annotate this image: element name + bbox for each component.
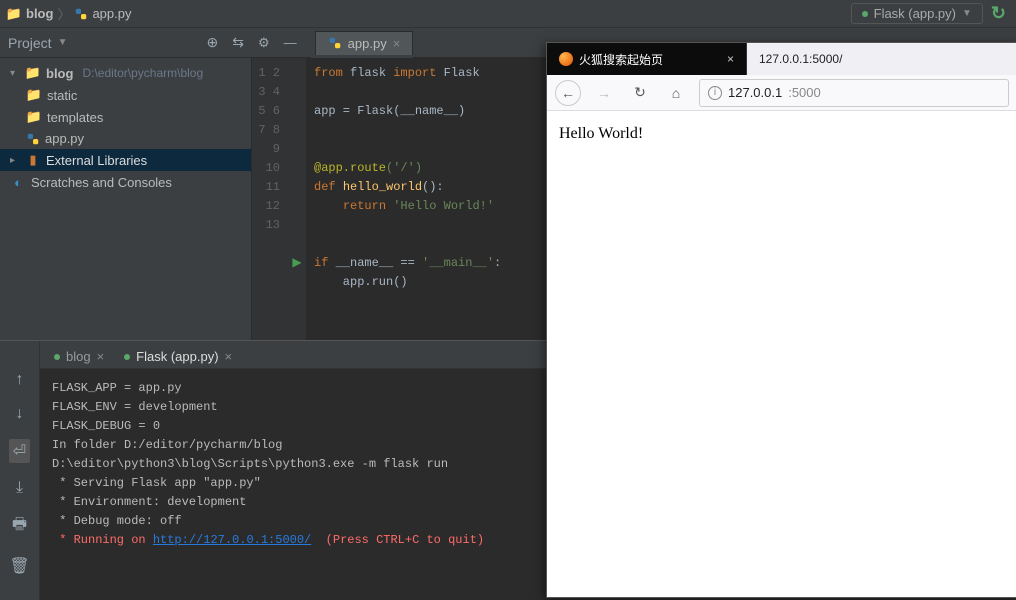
browser-toolbar: ← → ↻ ⌂ i 127.0.0.1 :5000 bbox=[547, 75, 1016, 111]
run-gutter: ▶ bbox=[288, 58, 306, 340]
folder-icon: 📁 bbox=[6, 6, 22, 22]
folder-icon: 📁 bbox=[26, 87, 42, 103]
close-icon[interactable]: × bbox=[97, 349, 105, 364]
console-tab-label: Flask (app.py) bbox=[136, 349, 218, 364]
tree-item-static[interactable]: 📁 static bbox=[0, 84, 251, 106]
run-config-selector[interactable]: Flask (app.py) ▼ bbox=[851, 3, 983, 24]
python-icon bbox=[26, 132, 40, 146]
url-host: 127.0.0.1 bbox=[728, 85, 782, 100]
firefox-icon bbox=[559, 52, 573, 66]
project-panel-title: Project bbox=[8, 35, 52, 51]
library-icon: ▮ bbox=[25, 152, 41, 168]
tree-item-label: app.py bbox=[45, 131, 84, 146]
run-config-dot bbox=[862, 11, 868, 17]
folder-icon: 📁 bbox=[25, 65, 41, 81]
browser-tab-label: 127.0.0.1:5000/ bbox=[759, 52, 842, 66]
tree-item-app-py[interactable]: app.py bbox=[0, 128, 251, 149]
console-tab-label: blog bbox=[66, 349, 91, 364]
delete-icon[interactable]: 🗑 bbox=[9, 556, 29, 576]
status-dot-icon bbox=[124, 354, 130, 360]
tree-item-label: templates bbox=[47, 110, 103, 125]
collapse-icon[interactable]: ⇆ bbox=[232, 34, 244, 51]
tree-root-name: blog bbox=[46, 66, 73, 81]
run-button-icon[interactable]: ↻ bbox=[991, 3, 1006, 24]
info-icon[interactable]: i bbox=[708, 86, 722, 100]
browser-window: 火狐搜索起始页 × 127.0.0.1:5000/ ← → ↻ ⌂ i 127.… bbox=[546, 42, 1016, 598]
close-icon[interactable]: × bbox=[727, 52, 734, 66]
close-icon[interactable]: × bbox=[225, 349, 233, 364]
breadcrumb[interactable]: 📁 blog 〉 app.py bbox=[0, 4, 138, 23]
tree-external-libraries[interactable]: ▸ ▮ External Libraries bbox=[0, 149, 251, 171]
tree-item-templates[interactable]: 📁 templates bbox=[0, 106, 251, 128]
breadcrumb-file: app.py bbox=[92, 6, 131, 21]
tree-root-path: D:\editor\pycharm\blog bbox=[82, 66, 203, 80]
url-port: :5000 bbox=[788, 85, 821, 100]
run-config-label: Flask (app.py) bbox=[874, 6, 956, 21]
tree-scratches[interactable]: ◐ Scratches and Consoles bbox=[0, 171, 251, 193]
browser-viewport: Hello World! bbox=[547, 111, 1016, 597]
gear-icon[interactable]: ⚙ bbox=[258, 35, 270, 51]
target-icon[interactable]: ⊕ bbox=[207, 34, 219, 51]
python-icon bbox=[328, 36, 342, 50]
line-number-gutter: 1 2 3 4 5 6 7 8 9 10 11 12 13 bbox=[252, 58, 288, 340]
scratch-icon: ◐ bbox=[10, 174, 26, 190]
editor-tab-app[interactable]: app.py × bbox=[315, 31, 414, 55]
editor-tab-label: app.py bbox=[348, 36, 387, 51]
print-icon[interactable]: 🖶 bbox=[12, 513, 27, 540]
browser-tab-label: 火狐搜索起始页 bbox=[579, 51, 663, 68]
page-text: Hello World! bbox=[559, 125, 643, 142]
browser-tab-active[interactable]: 火狐搜索起始页 × bbox=[547, 43, 747, 75]
tree-root[interactable]: ▾ 📁 blog D:\editor\pycharm\blog bbox=[0, 62, 251, 84]
status-dot-icon bbox=[54, 354, 60, 360]
browser-tab-strip: 火狐搜索起始页 × 127.0.0.1:5000/ bbox=[547, 43, 1016, 75]
scroll-to-end-icon[interactable]: ⤓ bbox=[16, 479, 23, 497]
code-content[interactable]: from flask import Flask app = Flask(__na… bbox=[306, 58, 509, 340]
chevron-down-icon[interactable]: ▼ bbox=[58, 37, 68, 48]
soft-wrap-icon[interactable]: ⏎ bbox=[9, 439, 30, 463]
breadcrumb-sep: 〉 bbox=[57, 4, 70, 23]
minimize-icon[interactable]: — bbox=[284, 35, 297, 50]
expand-icon[interactable]: ▸ bbox=[10, 155, 20, 166]
console-tab-flask[interactable]: Flask (app.py) × bbox=[114, 345, 242, 368]
expand-icon[interactable]: ▾ bbox=[10, 68, 20, 79]
project-tree: ▾ 📁 blog D:\editor\pycharm\blog 📁 static… bbox=[0, 58, 252, 340]
python-icon bbox=[74, 7, 88, 21]
home-button[interactable]: ⌂ bbox=[663, 80, 689, 106]
top-bar: 📁 blog 〉 app.py Flask (app.py) ▼ ↻ bbox=[0, 0, 1016, 28]
run-line-icon[interactable]: ▶ bbox=[292, 256, 301, 270]
url-bar[interactable]: i 127.0.0.1 :5000 bbox=[699, 79, 1009, 107]
folder-icon: 📁 bbox=[26, 109, 42, 125]
up-arrow-icon[interactable]: ↑ bbox=[16, 371, 24, 389]
breadcrumb-folder: blog bbox=[26, 6, 53, 21]
tree-item-label: Scratches and Consoles bbox=[31, 175, 172, 190]
console-url-link[interactable]: http://127.0.0.1:5000/ bbox=[153, 533, 311, 547]
console-tab-blog[interactable]: blog × bbox=[44, 345, 114, 368]
tree-item-label: static bbox=[47, 88, 77, 103]
chevron-down-icon: ▼ bbox=[962, 8, 972, 19]
tree-item-label: External Libraries bbox=[46, 153, 147, 168]
reload-button[interactable]: ↻ bbox=[627, 80, 653, 106]
tool-window-actions: ↑ ↓ ⏎ ⤓ 🖶 🗑 bbox=[0, 341, 40, 600]
project-panel-header: Project ▼ ⊕ ⇆ bbox=[0, 28, 252, 58]
forward-button[interactable]: → bbox=[591, 80, 617, 106]
down-arrow-icon[interactable]: ↓ bbox=[16, 405, 24, 423]
close-icon[interactable]: × bbox=[393, 36, 401, 51]
browser-tab-inactive[interactable]: 127.0.0.1:5000/ bbox=[747, 43, 1016, 75]
back-button[interactable]: ← bbox=[555, 80, 581, 106]
